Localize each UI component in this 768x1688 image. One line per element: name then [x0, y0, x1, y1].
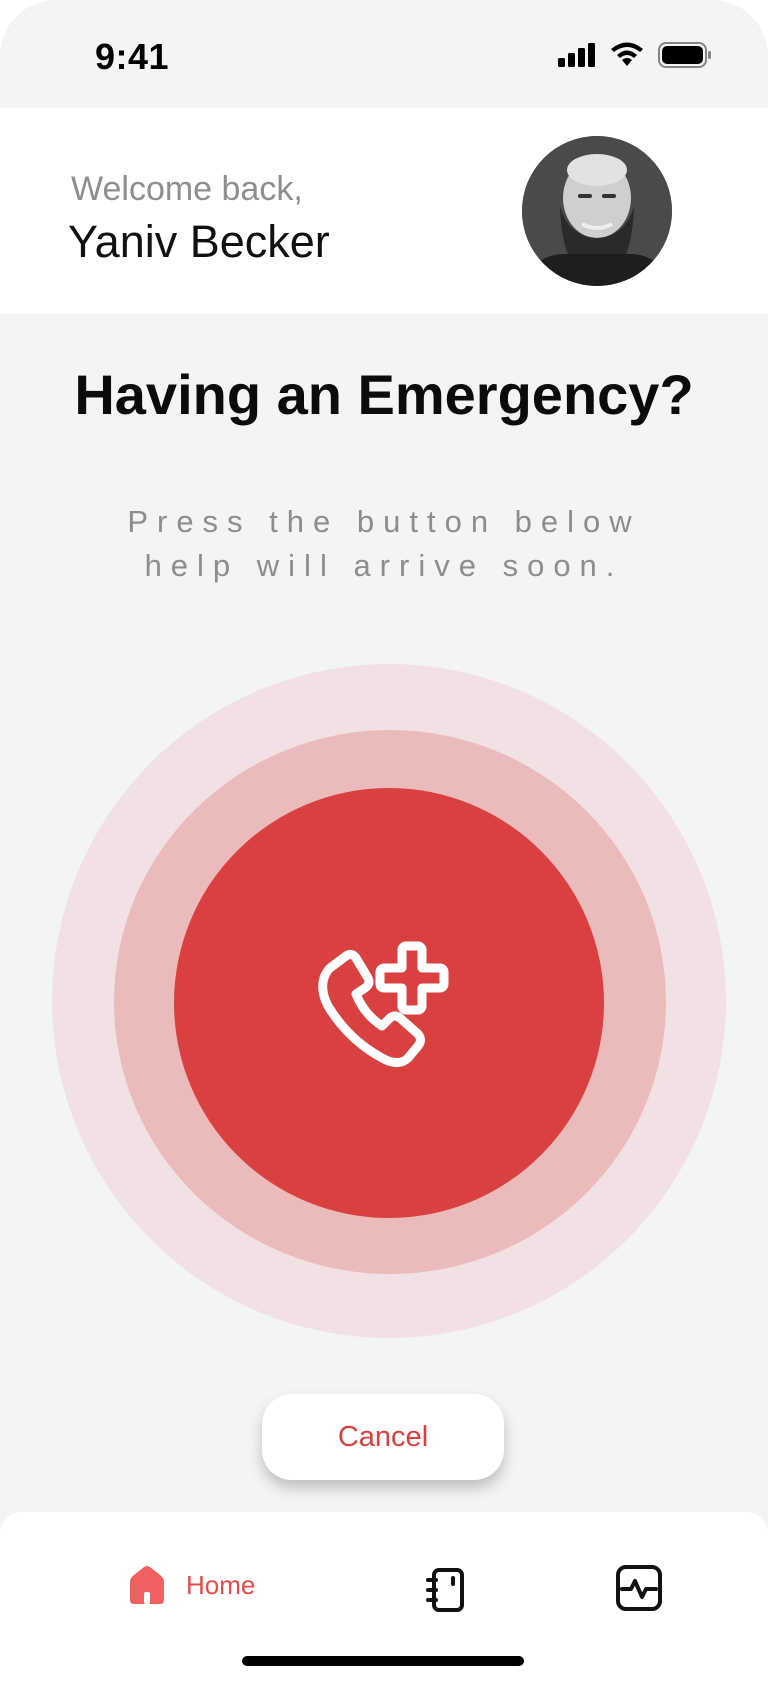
user-name: Yaniv Becker	[68, 216, 330, 267]
home-icon	[130, 1566, 164, 1604]
cancel-button[interactable]: Cancel	[262, 1394, 504, 1480]
instruction-line-1: Press the button below	[127, 504, 641, 539]
welcome-header: Welcome back, Yaniv Becker	[0, 108, 768, 314]
instruction-line-2: help will arrive soon.	[144, 548, 624, 583]
health-monitor-icon[interactable]	[616, 1565, 662, 1611]
user-avatar-photo	[522, 136, 672, 286]
home-indicator	[242, 1656, 524, 1666]
contacts-book-icon[interactable]	[426, 1568, 466, 1612]
bottom-navigation: Home	[0, 1512, 768, 1688]
wifi-icon	[611, 42, 643, 66]
cellular-signal-icon	[558, 43, 595, 67]
nav-item-home[interactable]: Home	[126, 1564, 255, 1606]
emergency-call-icon	[318, 941, 449, 1068]
status-bar: 9:41	[0, 0, 768, 108]
status-icons	[558, 42, 712, 68]
avatar[interactable]	[522, 136, 672, 286]
instruction-text: Press the button below help will arrive …	[0, 500, 768, 588]
nav-home-label: Home	[186, 1569, 256, 1600]
app-screen: 9:41 Welcome back, Yaniv Becker Having a…	[0, 0, 768, 1688]
welcome-text: Welcome back,	[71, 170, 303, 208]
battery-icon	[658, 42, 711, 68]
page-title: Having an Emergency?	[74, 363, 694, 426]
status-time: 9:41	[95, 36, 170, 77]
